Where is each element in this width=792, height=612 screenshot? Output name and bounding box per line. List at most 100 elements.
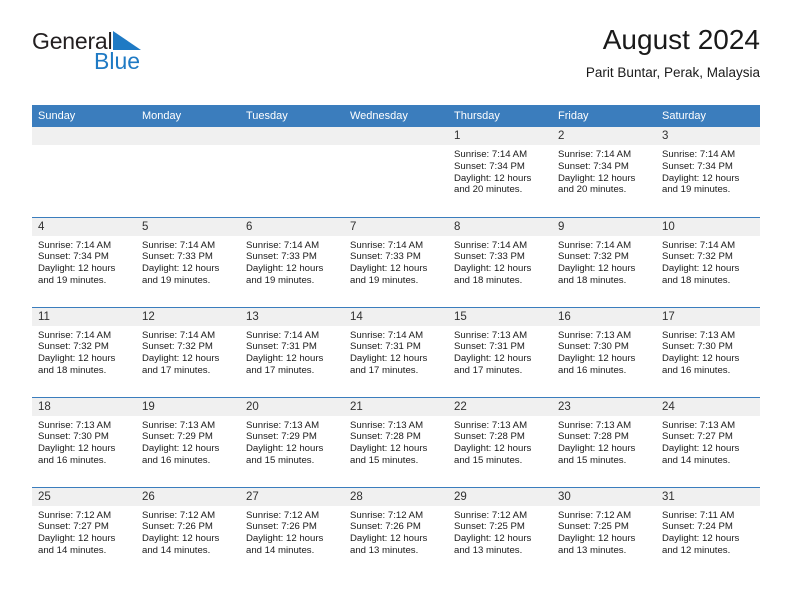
- calendar-day-cell[interactable]: 7 Sunrise: 7:14 AM Sunset: 7:33 PM Daylight…: [344, 216, 448, 307]
- day-number: 15: [448, 307, 552, 326]
- calendar-day-cell[interactable]: 15 Sunrise: 7:13 AM Sunset: 7:31 PM Dayligh…: [448, 306, 552, 397]
- day-info-line: Daylight: 12 hours: [246, 443, 324, 455]
- day-info-line: Sunrise: 7:14 AM: [350, 329, 424, 341]
- day-info-line: Sunrise: 7:13 AM: [662, 419, 736, 431]
- day-number: 25: [32, 487, 136, 506]
- day-info-line: and 17 minutes.: [350, 364, 419, 376]
- calendar-day-cell[interactable]: 14 Sunrise: 7:14 AM Sunset: 7:31 PM Dayligh…: [344, 306, 448, 397]
- day-number: [344, 127, 448, 145]
- day-info-line: Sunrise: 7:12 AM: [246, 509, 320, 521]
- day-info-line: Sunset: 7:25 PM: [558, 521, 629, 533]
- calendar-day-cell[interactable]: 9 Sunrise: 7:14 AM Sunset: 7:32 PM Daylight…: [552, 216, 656, 307]
- calendar-day-cell-empty: [344, 127, 448, 217]
- calendar-day-cell[interactable]: 25 Sunrise: 7:12 AM Sunset: 7:27 PM Dayligh…: [32, 486, 136, 577]
- calendar-day-cell[interactable]: 28 Sunrise: 7:12 AM Sunset: 7:26 PM Dayligh…: [344, 486, 448, 577]
- day-info-line: Daylight: 12 hours: [142, 353, 220, 365]
- calendar-day-cell[interactable]: 30 Sunrise: 7:12 AM Sunset: 7:25 PM Dayligh…: [552, 486, 656, 577]
- day-info-line: Sunrise: 7:13 AM: [454, 419, 528, 431]
- calendar-day-cell[interactable]: 4 Sunrise: 7:14 AM Sunset: 7:34 PM Daylight…: [32, 216, 136, 307]
- day-info-line: and 16 minutes.: [662, 364, 731, 376]
- day-info-line: and 14 minutes.: [38, 544, 107, 556]
- day-cell-inner: 23 Sunrise: 7:13 AM Sunset: 7:28 PM Dayligh…: [552, 397, 656, 487]
- day-info-line: Sunset: 7:33 PM: [142, 251, 213, 263]
- calendar-day-cell[interactable]: 20 Sunrise: 7:13 AM Sunset: 7:29 PM Dayligh…: [240, 396, 344, 487]
- day-sun-info: Sunrise: 7:13 AM Sunset: 7:28 PM Daylight:…: [552, 416, 656, 467]
- day-sun-info: Sunrise: 7:14 AM Sunset: 7:33 PM Daylight:…: [344, 236, 448, 287]
- day-info-line: Daylight: 12 hours: [38, 263, 116, 275]
- calendar-day-cell[interactable]: 5 Sunrise: 7:14 AM Sunset: 7:33 PM Daylight…: [136, 216, 240, 307]
- day-info-line: Sunrise: 7:12 AM: [142, 509, 216, 521]
- weekday-header-friday: Friday: [552, 105, 656, 127]
- day-cell-inner: [136, 127, 240, 217]
- day-info-line: Daylight: 12 hours: [662, 353, 740, 365]
- calendar-week-row: 1 Sunrise: 7:14 AM Sunset: 7:34 PM Daylight…: [32, 127, 760, 217]
- calendar-week-row: 18 Sunrise: 7:13 AM Sunset: 7:30 PM Dayligh…: [32, 396, 760, 487]
- calendar-day-cell[interactable]: 19 Sunrise: 7:13 AM Sunset: 7:29 PM Dayligh…: [136, 396, 240, 487]
- day-info-line: Daylight: 12 hours: [38, 353, 116, 365]
- calendar-day-cell[interactable]: 26 Sunrise: 7:12 AM Sunset: 7:26 PM Dayligh…: [136, 486, 240, 577]
- day-cell-inner: 12 Sunrise: 7:14 AM Sunset: 7:32 PM Dayligh…: [136, 307, 240, 397]
- day-info-line: Sunset: 7:32 PM: [662, 251, 733, 263]
- day-info-line: and 18 minutes.: [38, 364, 107, 376]
- day-info-line: Sunrise: 7:14 AM: [662, 239, 736, 251]
- calendar-day-cell[interactable]: 18 Sunrise: 7:13 AM Sunset: 7:30 PM Dayligh…: [32, 396, 136, 487]
- day-info-line: Sunrise: 7:13 AM: [454, 329, 528, 341]
- day-info-line: Sunset: 7:27 PM: [662, 431, 733, 443]
- day-info-line: and 19 minutes.: [662, 184, 731, 196]
- calendar-day-cell[interactable]: 11 Sunrise: 7:14 AM Sunset: 7:32 PM Dayligh…: [32, 306, 136, 397]
- day-info-line: and 20 minutes.: [558, 184, 627, 196]
- calendar-day-cell[interactable]: 2 Sunrise: 7:14 AM Sunset: 7:34 PM Daylight…: [552, 127, 656, 217]
- day-info-line: Sunset: 7:33 PM: [350, 251, 421, 263]
- day-info-line: Daylight: 12 hours: [662, 263, 740, 275]
- day-info-line: Daylight: 12 hours: [454, 263, 532, 275]
- day-number: 28: [344, 487, 448, 506]
- day-info-line: Daylight: 12 hours: [558, 172, 636, 184]
- day-info-line: Sunrise: 7:14 AM: [38, 239, 112, 251]
- calendar-day-cell[interactable]: 6 Sunrise: 7:14 AM Sunset: 7:33 PM Daylight…: [240, 216, 344, 307]
- day-sun-info: Sunrise: 7:14 AM Sunset: 7:34 PM Daylight:…: [552, 145, 656, 196]
- calendar-day-cell[interactable]: 21 Sunrise: 7:13 AM Sunset: 7:28 PM Dayligh…: [344, 396, 448, 487]
- day-info-line: Daylight: 12 hours: [246, 533, 324, 545]
- day-info-line: Sunset: 7:34 PM: [558, 160, 629, 172]
- calendar-day-cell[interactable]: 8 Sunrise: 7:14 AM Sunset: 7:33 PM Daylight…: [448, 216, 552, 307]
- day-cell-inner: 15 Sunrise: 7:13 AM Sunset: 7:31 PM Dayligh…: [448, 307, 552, 397]
- day-sun-info: Sunrise: 7:14 AM Sunset: 7:33 PM Daylight:…: [240, 236, 344, 287]
- day-cell-inner: 16 Sunrise: 7:13 AM Sunset: 7:30 PM Dayligh…: [552, 307, 656, 397]
- generalblue-logo[interactable]: General Blue: [32, 30, 232, 86]
- calendar-day-cell[interactable]: 16 Sunrise: 7:13 AM Sunset: 7:30 PM Dayligh…: [552, 306, 656, 397]
- day-number: 4: [32, 217, 136, 236]
- day-cell-inner: 27 Sunrise: 7:12 AM Sunset: 7:26 PM Dayligh…: [240, 487, 344, 578]
- day-sun-info: Sunrise: 7:12 AM Sunset: 7:25 PM Daylight:…: [448, 506, 552, 557]
- day-number: 22: [448, 397, 552, 416]
- day-sun-info: Sunrise: 7:14 AM Sunset: 7:32 PM Daylight:…: [136, 326, 240, 377]
- calendar-day-cell[interactable]: 10 Sunrise: 7:14 AM Sunset: 7:32 PM Dayligh…: [656, 216, 760, 307]
- day-info-line: and 17 minutes.: [246, 364, 315, 376]
- day-sun-info: Sunrise: 7:13 AM Sunset: 7:30 PM Daylight:…: [656, 326, 760, 377]
- day-info-line: and 15 minutes.: [454, 454, 523, 466]
- page-subtitle: Parit Buntar, Perak, Malaysia: [585, 65, 760, 81]
- day-info-line: and 12 minutes.: [662, 544, 731, 556]
- day-info-line: Sunset: 7:28 PM: [350, 431, 421, 443]
- calendar-day-cell[interactable]: 12 Sunrise: 7:14 AM Sunset: 7:32 PM Dayligh…: [136, 306, 240, 397]
- day-cell-inner: [240, 127, 344, 217]
- day-sun-info: [344, 145, 448, 149]
- day-info-line: Daylight: 12 hours: [142, 263, 220, 275]
- calendar-day-cell[interactable]: 23 Sunrise: 7:13 AM Sunset: 7:28 PM Dayligh…: [552, 396, 656, 487]
- day-info-line: Daylight: 12 hours: [558, 353, 636, 365]
- calendar-day-cell[interactable]: 29 Sunrise: 7:12 AM Sunset: 7:25 PM Dayligh…: [448, 486, 552, 577]
- calendar-day-cell[interactable]: 31 Sunrise: 7:11 AM Sunset: 7:24 PM Dayligh…: [656, 486, 760, 577]
- calendar-day-cell[interactable]: 27 Sunrise: 7:12 AM Sunset: 7:26 PM Dayligh…: [240, 486, 344, 578]
- calendar-day-cell[interactable]: 1 Sunrise: 7:14 AM Sunset: 7:34 PM Daylight…: [448, 127, 552, 217]
- calendar-day-cell[interactable]: 17 Sunrise: 7:13 AM Sunset: 7:30 PM Dayligh…: [656, 306, 760, 397]
- calendar-day-cell[interactable]: 3 Sunrise: 7:14 AM Sunset: 7:34 PM Daylight…: [656, 127, 760, 217]
- day-cell-inner: 17 Sunrise: 7:13 AM Sunset: 7:30 PM Dayligh…: [656, 307, 760, 397]
- day-number: 14: [344, 307, 448, 326]
- day-info-line: Sunset: 7:32 PM: [142, 341, 213, 353]
- day-sun-info: Sunrise: 7:11 AM Sunset: 7:24 PM Daylight:…: [656, 506, 760, 557]
- calendar-day-cell[interactable]: 13 Sunrise: 7:14 AM Sunset: 7:31 PM Dayligh…: [240, 306, 344, 397]
- calendar-day-cell[interactable]: 24 Sunrise: 7:13 AM Sunset: 7:27 PM Dayligh…: [656, 396, 760, 487]
- day-info-line: Sunrise: 7:14 AM: [246, 329, 320, 341]
- day-number: 3: [656, 127, 760, 145]
- calendar-day-cell[interactable]: 22 Sunrise: 7:13 AM Sunset: 7:28 PM Dayligh…: [448, 396, 552, 487]
- day-cell-inner: [344, 127, 448, 217]
